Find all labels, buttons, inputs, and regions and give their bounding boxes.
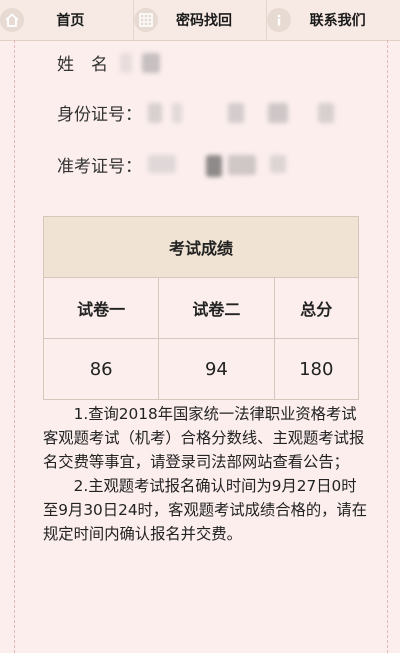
- nav-password-recovery[interactable]: 密码找回: [132, 0, 267, 40]
- nav-home[interactable]: 首页: [0, 0, 133, 40]
- name-label: 姓 名: [57, 55, 108, 75]
- id-number-row: 身份证号：: [57, 100, 348, 125]
- score-header-paper1: 试卷一: [42, 277, 160, 339]
- exam-number-row: 准考证号：: [57, 152, 328, 177]
- score-table-title: 考试成绩: [43, 216, 359, 278]
- notes: 1.查询2018年国家统一法律职业资格考试客观题考试（机考）合格分数线、主观题考…: [43, 402, 369, 546]
- score-total: 180: [273, 338, 360, 400]
- grid-icon: [133, 8, 158, 32]
- result-panel: 姓 名 身份证号： 准考证号： 考试成绩 试卷一 试卷二 总分 86 94 18…: [14, 40, 388, 653]
- nav-home-label: 首页: [56, 13, 85, 29]
- info-icon: [267, 8, 292, 32]
- score-header-total: 总分: [273, 277, 360, 339]
- top-nav: 首页 密码找回 联系我们: [0, 0, 400, 41]
- nav-contact[interactable]: 联系我们: [266, 0, 400, 40]
- exam-number-label: 准考证号：: [57, 157, 142, 177]
- score-table: 考试成绩 试卷一 试卷二 总分 86 94 180: [42, 216, 360, 400]
- id-number-value-redacted: [148, 102, 348, 123]
- note-2: 2.主观题考试报名确认时间为9月27日0时至9月30日24时，客观题考试成绩合格…: [43, 477, 368, 543]
- nav-contact-label: 联系我们: [309, 13, 366, 29]
- name-value-redacted: [114, 52, 234, 73]
- note-1: 1.查询2018年国家统一法律职业资格考试客观题考试（机考）合格分数线、主观题考…: [43, 405, 365, 471]
- name-row: 姓 名: [57, 50, 234, 75]
- nav-password-label: 密码找回: [176, 13, 232, 29]
- home-icon: [0, 8, 24, 32]
- score-header-paper2: 试卷二: [158, 277, 275, 339]
- id-number-label: 身份证号：: [57, 105, 142, 125]
- exam-number-value-redacted: [148, 154, 328, 177]
- score-paper1: 86: [42, 338, 160, 400]
- score-paper2: 94: [158, 338, 275, 400]
